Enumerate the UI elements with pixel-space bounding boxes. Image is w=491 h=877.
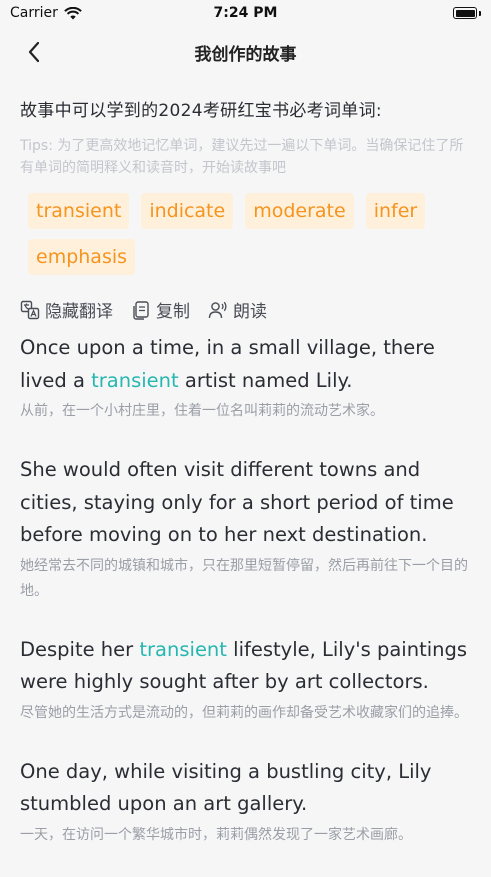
chevron-left-icon [28,41,40,63]
hide-translation-button[interactable]: 隐藏翻译 [20,297,113,322]
highlighted-word[interactable]: transient [91,369,179,392]
vocab-heading: 故事中可以学到的2024考研红宝书必考词单词: [20,101,382,121]
hide-translation-label: 隐藏翻译 [45,302,113,322]
back-button[interactable] [20,38,48,66]
copy-icon [133,300,149,320]
read-aloud-label: 朗读 [233,302,267,322]
paragraph-english: She would often visit different towns an… [20,458,454,546]
word-chip-indicate[interactable]: indicate [141,193,234,229]
vocab-word-list: transient indicate moderate infer emphas… [20,193,475,275]
story-paragraph: Once upon a time, in a small village, th… [20,332,475,424]
speaker-person-icon [208,301,227,318]
paragraph-english: Despite her transient lifestyle, Lily's … [20,637,468,694]
word-chip-infer[interactable]: infer [365,193,426,229]
status-bar: Carrier 7:24 PM [0,0,491,26]
story-paragraph: One day, while visiting a bustling city,… [20,756,475,848]
word-chip-emphasis[interactable]: emphasis [28,239,136,275]
nav-bar: 我创作的故事 [0,30,491,74]
paragraph-translation: 她经常去不同的城镇和城市，只在那里短暂停留，然后再前往下一个目的地。 [20,557,468,599]
copy-button[interactable]: 复制 [131,297,190,322]
carrier-label: Carrier [10,5,58,21]
paragraph-translation: 尽管她的生活方式是流动的，但莉莉的画作却备受艺术收藏家们的追捧。 [20,704,468,721]
page-title: 我创作的故事 [194,44,297,65]
main-content: 故事中可以学到的2024考研红宝书必考词单词: Tips: 为了更高效地记忆单词… [20,96,475,877]
paragraph-translation: 从前，在一个小村庄里，住着一位名叫莉莉的流动艺术家。 [20,403,384,419]
status-left: Carrier [10,5,82,21]
word-chip-moderate[interactable]: moderate [245,193,354,229]
wifi-icon [64,6,82,19]
word-chip-transient[interactable]: transient [28,193,130,229]
vocab-tips: Tips: 为了更高效地记忆单词，建议先过一遍以下单词。当确保记住了所有单词的简… [20,138,464,176]
battery-icon [453,7,481,19]
story-paragraph: Despite her transient lifestyle, Lily's … [20,634,475,726]
story-body: Once upon a time, in a small village, th… [20,332,475,848]
copy-label: 复制 [156,302,190,322]
translate-icon [20,300,40,319]
highlighted-word[interactable]: transient [139,638,227,661]
paragraph-english: Once upon a time, in a small village, th… [20,336,435,392]
read-aloud-button[interactable]: 朗读 [208,297,267,322]
story-actions: 隐藏翻译 复制 朗读 [20,297,475,322]
paragraph-translation: 一天，在访问一个繁华城市时，莉莉偶然发现了一家艺术画廊。 [20,826,412,843]
paragraph-english: One day, while visiting a bustling city,… [20,759,432,816]
story-paragraph: She would often visit different towns an… [20,454,475,604]
